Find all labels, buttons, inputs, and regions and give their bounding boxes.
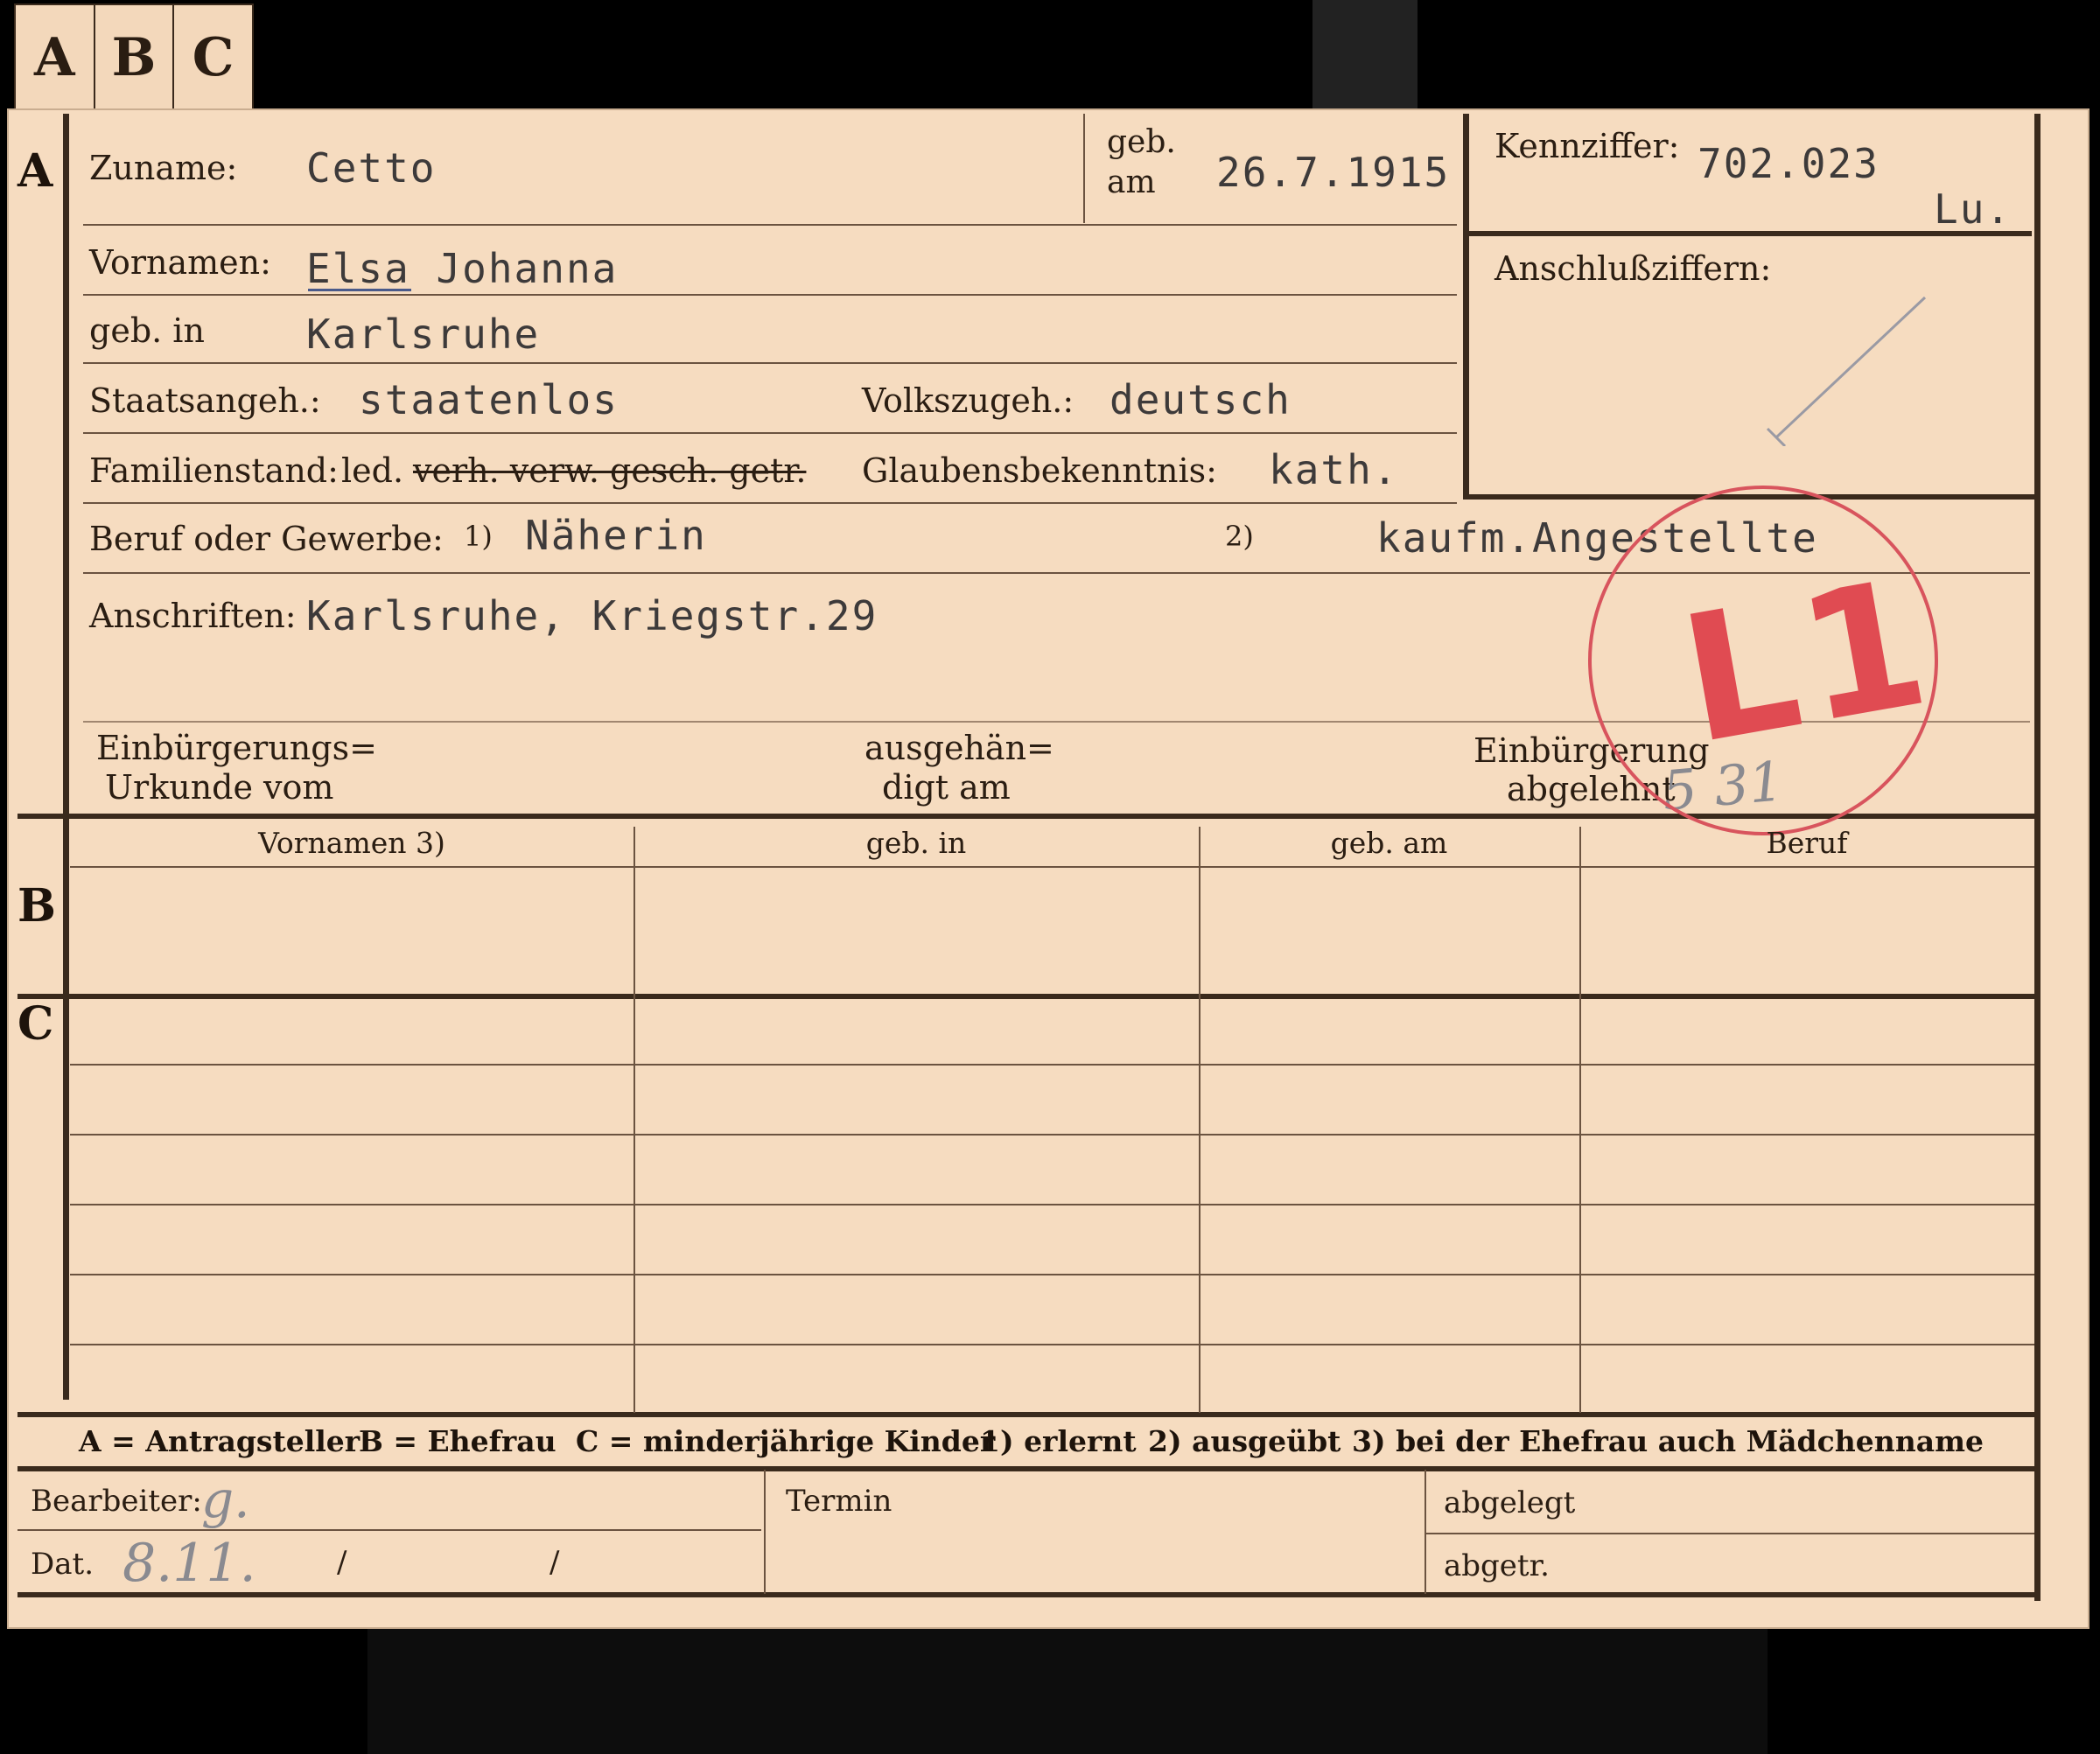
rule <box>83 432 1457 434</box>
familienstand-label: Familienstand: <box>89 451 339 490</box>
beruf-1-value: Näherin <box>525 512 707 559</box>
dat-handwriting: 8.11. <box>122 1533 256 1594</box>
col-header-geb-in: geb. in <box>865 826 967 860</box>
dat-slash-2: / <box>550 1545 560 1580</box>
index-tabs: A B C <box>14 3 254 110</box>
geb-am-divider <box>1083 114 1085 223</box>
legend-n3: 3) bei der Ehefrau auch Mädchenname <box>1352 1424 1984 1458</box>
left-frame <box>63 114 69 1400</box>
pencil-mark <box>1766 296 1927 446</box>
tab-c: C <box>192 27 234 88</box>
familienstand-struck: verh. verw. gesch. getr. <box>413 451 807 490</box>
anschriften-label: Anschriften: <box>89 597 297 635</box>
rule <box>70 1204 2034 1205</box>
abgetr-label: abgetr. <box>1444 1548 1550 1583</box>
kennziffer-label: Kennziffer: <box>1494 127 1680 165</box>
footer-divider-1 <box>764 1470 766 1594</box>
rule <box>70 1134 2034 1136</box>
rule <box>1426 1533 2034 1534</box>
row-mark-b: B <box>18 879 56 933</box>
beruf-1-mark: 1) <box>464 520 493 553</box>
rule <box>83 294 1457 296</box>
underline-mark <box>308 289 411 291</box>
vornamen-label: Vornamen: <box>89 243 271 282</box>
col-header-beruf: Beruf <box>1766 826 1848 860</box>
rule <box>70 866 2034 868</box>
divider-b-c <box>18 994 2040 999</box>
right-frame <box>2034 114 2040 1601</box>
rule <box>83 224 1457 226</box>
geb-in-value: Karlsruhe <box>306 311 541 358</box>
geb-am-label-2: am <box>1107 164 1156 200</box>
zuname-label: Zuname: <box>89 149 238 187</box>
dat-label: Dat. <box>31 1547 94 1582</box>
termin-label: Termin <box>786 1484 892 1519</box>
scan-artifact <box>368 1629 1768 1754</box>
glaubens-value: kath. <box>1269 446 1399 493</box>
legend-n1: 1) erlernt <box>980 1424 1137 1458</box>
kennziffer-suffix: Lu. <box>1934 185 2012 233</box>
staatsangeh-label: Staatsangeh.: <box>89 381 321 420</box>
beruf-label: Beruf oder Gewerbe: <box>89 520 444 558</box>
dat-slash-1: / <box>337 1545 347 1580</box>
row-mark-c: C <box>18 997 54 1051</box>
zuname-value: Cetto <box>306 144 437 192</box>
col-divider-2 <box>1199 827 1200 1413</box>
abgelegt-label: abgelegt <box>1444 1485 1576 1520</box>
geb-am-value: 26.7.1915 <box>1216 149 1451 196</box>
volkszugeh-value: deutsch <box>1110 376 1292 423</box>
divider-c-legend <box>18 1412 2040 1417</box>
col-divider-3 <box>1579 827 1581 1413</box>
geb-am-label-1: geb. <box>1107 124 1176 160</box>
legend-c: C = minderjährige Kinder <box>576 1424 996 1458</box>
stamp-text: L1 <box>1668 540 1948 784</box>
col-header-vornamen: Vornamen 3) <box>258 826 445 860</box>
row-mark-a: A <box>18 144 53 198</box>
divider-legend-footer <box>18 1466 2040 1471</box>
staatsangeh-value: staatenlos <box>359 376 619 423</box>
tab-b: B <box>95 5 175 110</box>
rule <box>70 1064 2034 1066</box>
anschriften-value: Karlsruhe, Kriegstr.29 <box>306 592 878 639</box>
legend-b: B = Ehefrau <box>359 1424 556 1458</box>
col-header-geb-am: geb. am <box>1330 826 1448 860</box>
vornamen-value: Elsa Johanna <box>306 245 619 292</box>
scan-artifact <box>1312 0 1418 108</box>
rule <box>83 502 1457 504</box>
glaubens-label: Glaubensbekenntnis: <box>862 451 1217 490</box>
kennziffer-box-left <box>1463 114 1469 499</box>
ausgehaen-label-2: digt am <box>882 768 1011 807</box>
rule <box>70 1344 2034 1345</box>
rule <box>70 1274 2034 1275</box>
rule <box>83 362 1457 364</box>
einbuergerungs-label-2: Urkunde vom <box>105 768 334 807</box>
beruf-2-mark: 2) <box>1225 520 1254 553</box>
col-divider-1 <box>634 827 635 1413</box>
kennziffer-value: 702.023 <box>1698 140 1880 187</box>
volkszugeh-label: Volkszugeh.: <box>862 381 1074 420</box>
bearbeiter-handwriting: g. <box>201 1470 250 1529</box>
legend-n2: 2) ausgeübt <box>1148 1424 1341 1458</box>
tab-a: A <box>16 5 95 110</box>
geb-in-label: geb. in <box>89 311 205 350</box>
bearbeiter-label: Bearbeiter: <box>31 1484 202 1519</box>
footer-divider-2 <box>1424 1470 1426 1594</box>
bottom-frame <box>18 1592 2040 1597</box>
anschlussziffern-label: Anschlußziffern: <box>1494 249 1772 288</box>
rule <box>18 1529 761 1531</box>
legend-a: A = Antragsteller <box>79 1424 360 1458</box>
einbuergerungs-label-1: Einbürgerungs= <box>96 729 377 767</box>
ausgehaen-label-1: ausgehän= <box>864 729 1054 767</box>
familienstand-led: led. <box>341 451 404 490</box>
